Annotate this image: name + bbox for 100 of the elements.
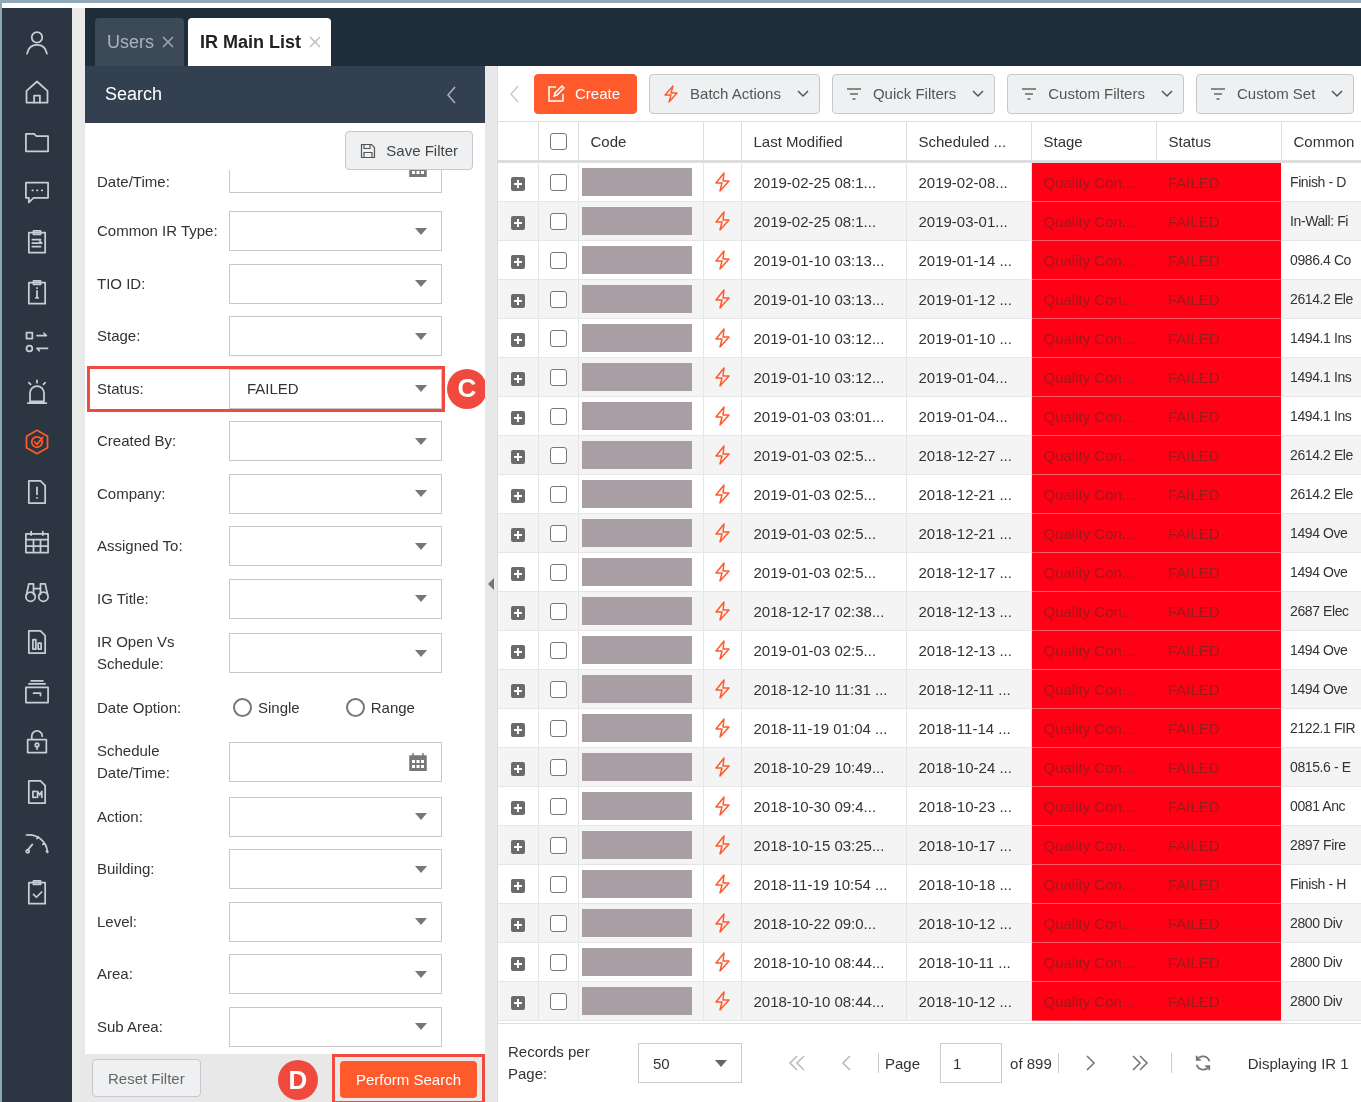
lightning-icon[interactable]	[713, 562, 731, 582]
dropdown-field[interactable]	[229, 796, 442, 837]
lightning-icon[interactable]	[713, 289, 731, 309]
row-checkbox[interactable]	[549, 954, 567, 972]
dropdown-field[interactable]	[229, 954, 442, 994]
dropdown-field[interactable]	[229, 578, 442, 619]
lightning-icon[interactable]	[713, 367, 731, 387]
lightning-icon[interactable]	[713, 172, 731, 192]
nav-target-icon[interactable]	[23, 428, 51, 456]
row-checkbox[interactable]	[549, 486, 567, 504]
expand-icon[interactable]	[510, 761, 525, 776]
last-page-icon[interactable]	[1130, 1054, 1149, 1072]
expand-icon[interactable]	[510, 254, 525, 269]
expand-icon[interactable]	[510, 995, 525, 1010]
lightning-icon[interactable]	[713, 211, 731, 231]
expand-icon[interactable]	[510, 410, 525, 425]
nav-user-icon[interactable]	[23, 28, 51, 56]
lightning-icon[interactable]	[713, 484, 731, 504]
row-checkbox[interactable]	[549, 369, 567, 387]
expand-icon[interactable]	[510, 449, 525, 464]
lightning-icon[interactable]	[713, 796, 731, 816]
collapse-icon[interactable]	[447, 85, 457, 104]
row-checkbox[interactable]	[549, 993, 567, 1011]
lightning-icon[interactable]	[713, 757, 731, 777]
dropdown-field[interactable]: FAILED	[229, 368, 442, 409]
dropdown-field[interactable]	[229, 316, 442, 356]
row-checkbox[interactable]	[549, 603, 567, 621]
dropdown-field[interactable]	[229, 1006, 442, 1047]
tab[interactable]: IR Main List	[188, 18, 332, 66]
toolbar-button[interactable]: Batch Actions	[649, 73, 820, 114]
row-checkbox[interactable]	[549, 798, 567, 816]
expand-icon[interactable]	[510, 917, 525, 932]
row-checkbox[interactable]	[549, 720, 567, 738]
lightning-icon[interactable]	[713, 874, 731, 894]
lightning-icon[interactable]	[713, 679, 731, 699]
row-checkbox[interactable]	[549, 174, 567, 192]
row-checkbox[interactable]	[549, 915, 567, 933]
row-checkbox[interactable]	[549, 408, 567, 426]
dropdown-field[interactable]	[229, 473, 442, 514]
save-filter-button[interactable]: Save Filter	[345, 131, 473, 170]
toolbar-button[interactable]: Custom Set	[1195, 73, 1355, 114]
expand-icon[interactable]	[510, 215, 525, 230]
nav-archive-icon[interactable]	[23, 678, 51, 706]
tab[interactable]: Users	[95, 18, 184, 66]
row-checkbox[interactable]	[549, 564, 567, 582]
lightning-icon[interactable]	[713, 718, 731, 738]
lightning-icon[interactable]	[713, 601, 731, 621]
expand-icon[interactable]	[510, 956, 525, 971]
column-header[interactable]: Scheduled ...	[906, 122, 1031, 162]
expand-icon[interactable]	[510, 566, 525, 581]
column-header[interactable]: Code	[578, 122, 703, 162]
expand-icon[interactable]	[510, 488, 525, 503]
row-checkbox[interactable]	[549, 759, 567, 777]
row-checkbox[interactable]	[549, 291, 567, 309]
lightning-icon[interactable]	[713, 445, 731, 465]
date-field[interactable]	[229, 170, 442, 193]
expand-icon[interactable]	[510, 722, 525, 737]
dropdown-field[interactable]	[229, 526, 442, 566]
lightning-icon[interactable]	[713, 328, 731, 348]
lightning-icon[interactable]	[713, 952, 731, 972]
radio-option[interactable]: Single	[233, 698, 300, 717]
dropdown-field[interactable]	[229, 633, 442, 673]
refresh-icon[interactable]	[1193, 1054, 1212, 1072]
row-checkbox[interactable]	[549, 252, 567, 270]
date-field[interactable]	[229, 742, 442, 782]
dropdown-field[interactable]	[229, 211, 442, 251]
row-checkbox[interactable]	[549, 447, 567, 465]
lightning-icon[interactable]	[713, 250, 731, 270]
expand-icon[interactable]	[510, 527, 525, 542]
row-checkbox[interactable]	[549, 213, 567, 231]
expand-icon[interactable]	[510, 644, 525, 659]
close-icon[interactable]	[162, 36, 174, 48]
expand-icon[interactable]	[510, 800, 525, 815]
dropdown-field[interactable]	[229, 421, 442, 461]
expand-icon[interactable]	[510, 176, 525, 191]
expand-icon[interactable]	[510, 839, 525, 854]
toolbar-button[interactable]: Quick Filters	[831, 73, 996, 114]
lightning-icon[interactable]	[713, 523, 731, 543]
dropdown-field[interactable]	[229, 263, 442, 304]
toolbar-button[interactable]: Custom Filters	[1007, 73, 1184, 114]
lightning-icon[interactable]	[713, 406, 731, 426]
dropdown-field[interactable]	[229, 901, 442, 942]
radio-option[interactable]: Range	[345, 698, 415, 717]
select-all-checkbox[interactable]	[549, 133, 567, 151]
page-number-field[interactable]: 1	[940, 1043, 1003, 1083]
reset-filter-button[interactable]: Reset Filter	[92, 1059, 201, 1097]
column-header[interactable]: Last Modified	[741, 122, 906, 162]
row-checkbox[interactable]	[549, 876, 567, 894]
expand-icon[interactable]	[510, 332, 525, 347]
lightning-icon[interactable]	[713, 913, 731, 933]
dropdown-field[interactable]	[229, 849, 442, 889]
row-checkbox[interactable]	[549, 525, 567, 543]
lightning-icon[interactable]	[713, 835, 731, 855]
nav-calendar-icon[interactable]	[23, 528, 51, 556]
row-checkbox[interactable]	[549, 837, 567, 855]
collapse-handle-icon[interactable]	[488, 578, 494, 590]
expand-icon[interactable]	[510, 683, 525, 698]
column-header[interactable]: Common	[1281, 122, 1361, 162]
nav-home-icon[interactable]	[23, 78, 51, 106]
expand-icon[interactable]	[510, 605, 525, 620]
